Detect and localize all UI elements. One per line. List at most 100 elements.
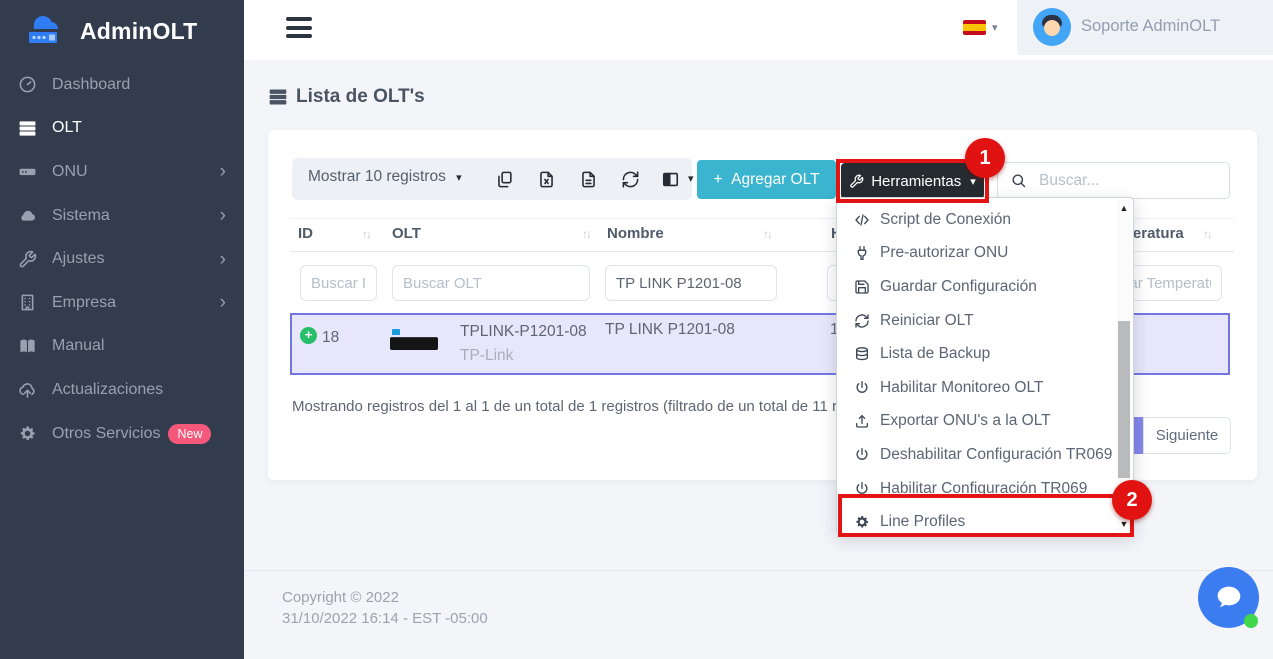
sidebar-item-label: Ajustes: [52, 250, 104, 268]
menu-item-script-de-conexi-n[interactable]: Script de Conexión: [837, 203, 1133, 237]
copyright-text: Copyright © 2022: [282, 589, 1273, 606]
sidebar-item-ajustes[interactable]: Ajustes ›: [0, 237, 244, 281]
user-menu[interactable]: Soporte AdminOLT: [1017, 0, 1273, 55]
chevron-right-icon: ›: [220, 293, 226, 312]
menu-item-reiniciar-olt[interactable]: Reiniciar OLT: [837, 304, 1133, 338]
power-icon: [853, 480, 871, 498]
save-icon: [853, 278, 871, 296]
sidebar: AdminOLT DashboardOLTONU›Sistema›Ajustes…: [0, 0, 244, 659]
upload-icon: [853, 412, 871, 430]
spain-flag-icon: [963, 20, 986, 35]
gauge-icon: [16, 75, 38, 95]
cell-olt-name: TPLINK-P1201-08: [460, 323, 587, 341]
code-icon: [853, 211, 871, 229]
search-box: [997, 162, 1230, 199]
sidebar-item-label: OLT: [52, 119, 82, 137]
column-header-olt[interactable]: OLT: [392, 225, 421, 242]
wrench-icon: [849, 174, 864, 189]
online-status-dot: [1244, 614, 1258, 628]
show-entries-dropdown[interactable]: Mostrar 10 registros ▾: [308, 168, 462, 186]
chat-widget-button[interactable]: [1198, 567, 1259, 628]
gears-icon: [853, 513, 871, 531]
brand[interactable]: AdminOLT: [0, 0, 244, 62]
menu-item-pre-autorizar-onu[interactable]: Pre-autorizar ONU: [837, 237, 1133, 271]
filter-nombre-input[interactable]: [605, 265, 777, 301]
sort-icon[interactable]: ↑↓: [362, 227, 370, 241]
footer: Copyright © 2022 31/10/2022 16:14 - EST …: [244, 570, 1273, 659]
filter-olt-input[interactable]: [392, 265, 590, 301]
dropdown-scrollbar: ▲ ▼: [1117, 200, 1131, 532]
menu-item-lista-de-backup[interactable]: Lista de Backup: [837, 337, 1133, 371]
scrollbar-thumb[interactable]: [1118, 321, 1130, 478]
caret-down-icon: ▾: [992, 21, 998, 34]
sidebar-item-label: Manual: [52, 337, 104, 355]
brand-name: AdminOLT: [80, 18, 197, 45]
search-input[interactable]: [1039, 172, 1209, 190]
sort-icon[interactable]: ↑↓: [582, 227, 590, 241]
refresh-icon: [853, 312, 871, 330]
page-title: Lista de OLT's: [268, 86, 425, 108]
menu-item-line-profiles[interactable]: Line Profiles: [837, 505, 1133, 539]
sidebar-item-label: Otros Servicios: [52, 425, 160, 443]
caret-down-icon[interactable]: ▾: [688, 172, 694, 185]
refresh-icon[interactable]: [618, 167, 642, 191]
tools-button[interactable]: Herramientas ▾: [841, 163, 984, 199]
menu-item-deshabilitar-configuraci-n-tr069[interactable]: Deshabilitar Configuración TR069: [837, 438, 1133, 472]
cell-nombre: TP LINK P1201-08: [605, 321, 735, 339]
topbar: ▾ Soporte AdminOLT: [244, 0, 1273, 60]
chevron-right-icon: ›: [220, 206, 226, 225]
file-export-icon[interactable]: [576, 167, 600, 191]
sidebar-item-actualizaciones[interactable]: Actualizaciones: [0, 368, 244, 412]
cloud-upload-icon: [16, 380, 38, 400]
menu-item-exportar-onu-s-a-la-olt[interactable]: Exportar ONU's a la OLT: [837, 405, 1133, 439]
brand-logo-icon: [22, 11, 74, 51]
language-selector[interactable]: ▾: [963, 20, 998, 35]
menu-item-label: Script de Conexión: [880, 211, 1011, 229]
menu-item-habilitar-configuraci-n-tr069[interactable]: Habilitar Configuración TR069: [837, 472, 1133, 506]
excel-export-icon[interactable]: [534, 167, 558, 191]
menu-item-habilitar-monitoreo-olt[interactable]: Habilitar Monitoreo OLT: [837, 371, 1133, 405]
column-header-nombre[interactable]: Nombre: [607, 225, 664, 242]
sidebar-item-olt[interactable]: OLT: [0, 107, 244, 151]
sidebar-item-otros-servicios[interactable]: Otros ServiciosNew: [0, 412, 244, 456]
scroll-up-icon[interactable]: ▲: [1117, 201, 1131, 215]
tools-icon: [16, 249, 38, 269]
sidebar-item-dashboard[interactable]: Dashboard: [0, 63, 244, 107]
search-icon: [1010, 172, 1027, 189]
olt-device-image: [390, 337, 438, 350]
expand-row-icon[interactable]: +: [300, 327, 317, 344]
scroll-down-icon[interactable]: ▼: [1117, 517, 1131, 531]
add-olt-button[interactable]: + Agregar OLT: [697, 160, 836, 199]
device-icon: [16, 162, 38, 182]
cell-id: 18: [322, 329, 339, 347]
sidebar-item-onu[interactable]: ONU›: [0, 150, 244, 194]
sort-icon[interactable]: ↑↓: [1203, 227, 1211, 241]
sort-icon[interactable]: ↑↓: [763, 227, 771, 241]
column-visibility-icon[interactable]: [658, 167, 682, 191]
sidebar-item-manual[interactable]: Manual: [0, 325, 244, 369]
column-header-id[interactable]: ID: [298, 225, 313, 242]
menu-item-label: Deshabilitar Configuración TR069: [880, 446, 1112, 464]
filter-id-input[interactable]: [300, 265, 377, 301]
building-icon: [16, 293, 38, 313]
chevron-right-icon: ›: [220, 250, 226, 269]
next-page-button[interactable]: Siguiente: [1143, 417, 1231, 454]
sidebar-item-label: Empresa: [52, 294, 116, 312]
menu-item-guardar-configuraci-n[interactable]: Guardar Configuración: [837, 270, 1133, 304]
menu-item-label: Habilitar Configuración TR069: [880, 480, 1087, 498]
sidebar-item-sistema[interactable]: Sistema›: [0, 194, 244, 238]
page-title-text: Lista de OLT's: [296, 86, 425, 108]
hamburger-menu-icon[interactable]: [286, 17, 312, 43]
menu-item-label: Reiniciar OLT: [880, 312, 974, 330]
menu-item-label: Line Profiles: [880, 513, 965, 531]
sidebar-nav: Dashboard OLT ONU›Sistema› Ajustes › Empresa ›…: [0, 63, 244, 455]
menu-item-label: Pre-autorizar ONU: [880, 244, 1008, 262]
olt-device-image: [392, 329, 400, 335]
sidebar-item-empresa[interactable]: Empresa ›: [0, 281, 244, 325]
chevron-right-icon: ›: [220, 162, 226, 181]
menu-item-label: Lista de Backup: [880, 345, 990, 363]
menu-item-label: Guardar Configuración: [880, 278, 1037, 296]
cell-olt-brand: TP-Link: [460, 347, 513, 365]
copy-icon[interactable]: [492, 167, 516, 191]
server-icon: [16, 118, 38, 138]
